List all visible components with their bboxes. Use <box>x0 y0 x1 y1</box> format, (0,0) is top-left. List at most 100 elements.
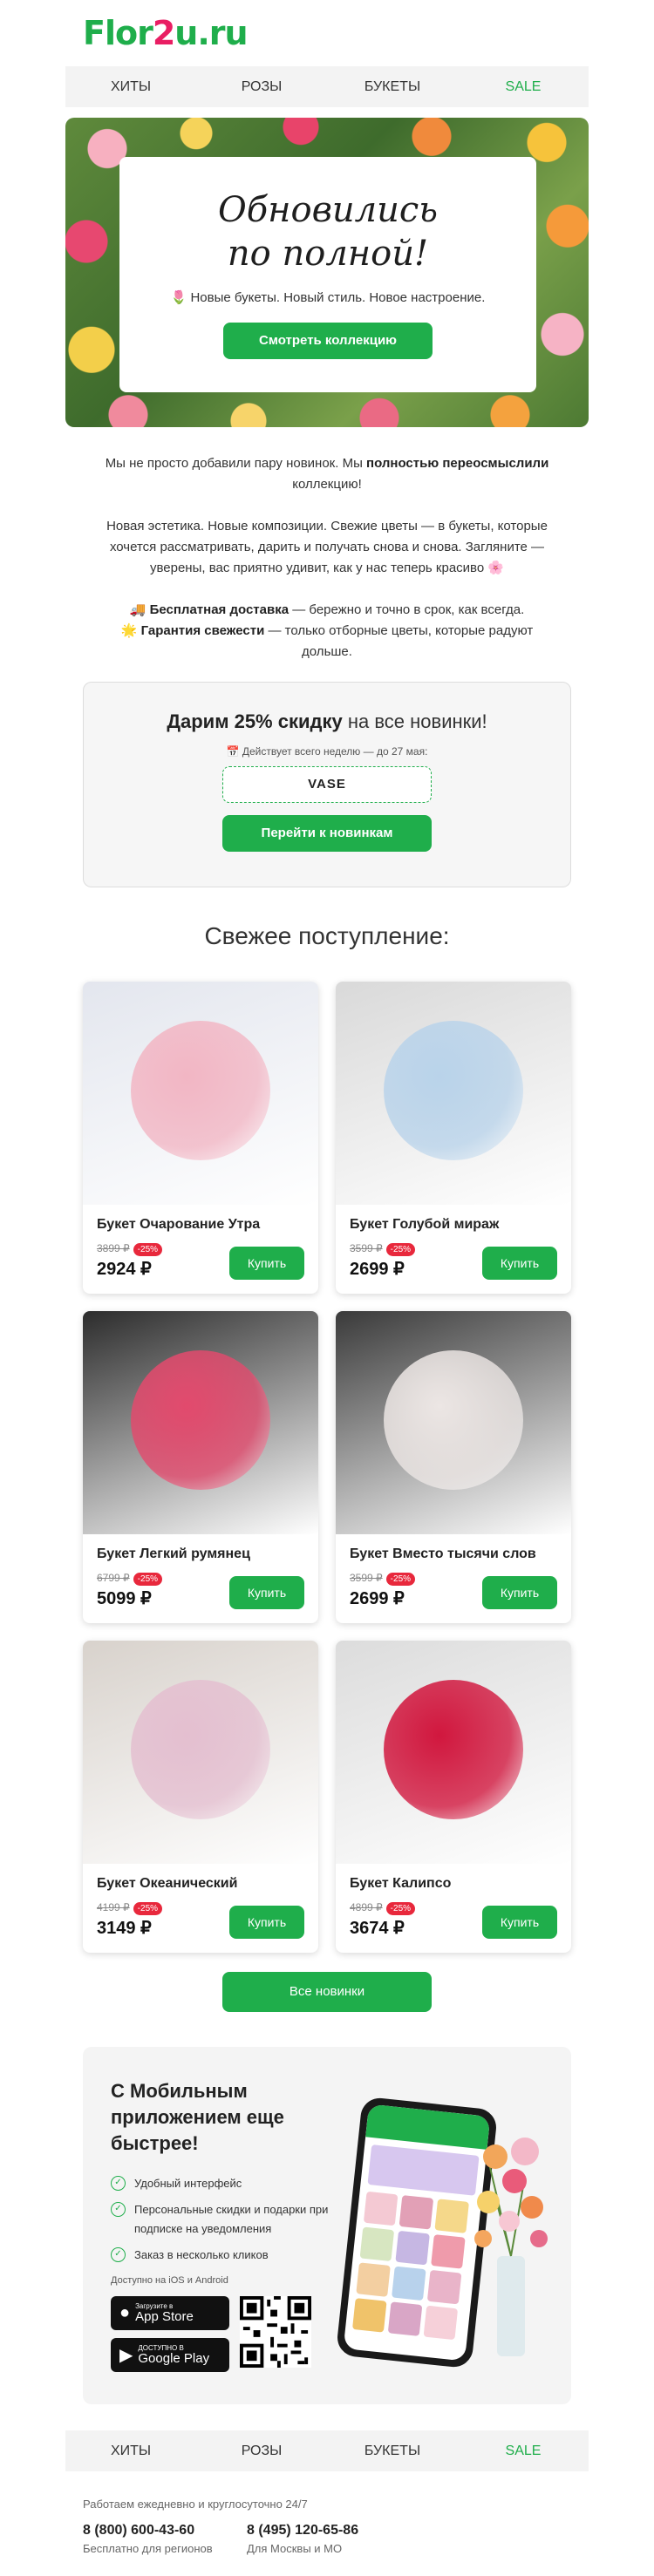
phone-moscow: 8 (495) 120-65-86 Для Москвы и МО <box>247 2523 411 2555</box>
app-title: С Мобильным приложением еще быстрее! <box>111 2080 284 2154</box>
all-new-button[interactable]: Все новинки <box>222 1972 432 2012</box>
nav-sale[interactable]: SALE <box>458 2443 589 2459</box>
logo[interactable]: Flor2u.ru <box>65 0 589 66</box>
product-name[interactable]: Букет Очарование Утра <box>83 1205 318 1233</box>
product-prices: 3899 ₽ -25% 2924 ₽ <box>97 1240 163 1280</box>
promo-code[interactable]: VASE <box>222 766 432 803</box>
phone-grid <box>345 2191 481 2342</box>
product-card[interactable]: Букет Океанический 4199 ₽ -25% 3149 ₽ Куп… <box>83 1641 318 1953</box>
old-price: 3599 ₽ <box>350 1242 383 1254</box>
flower-vase-illustration <box>474 2138 548 2356</box>
buy-button[interactable]: Купить <box>482 1247 557 1280</box>
hero-card: Обновились по полной! 🌷 Новые букеты. Но… <box>119 157 536 392</box>
promo-block: Дарим 25% скидку на все новинки! 📅 Дейст… <box>83 682 571 887</box>
bouquet-shape <box>131 1350 270 1490</box>
discount-badge: -25% <box>133 1573 163 1586</box>
product-image[interactable] <box>336 982 571 1205</box>
phone-number[interactable]: 8 (800) 600-43-60 <box>83 2523 247 2539</box>
product-image[interactable] <box>83 1641 318 1864</box>
qr-code-graphic <box>240 2296 311 2368</box>
product-image[interactable] <box>336 1641 571 1864</box>
apple-icon: ● <box>119 2303 131 2322</box>
product-name[interactable]: Букет Голубой мираж <box>336 1205 571 1233</box>
bouquet-shape <box>384 1680 523 1819</box>
discount-badge: -25% <box>133 1902 163 1915</box>
buy-button[interactable]: Купить <box>482 1906 557 1939</box>
product-prices: 3599 ₽ -25% 2699 ₽ <box>350 1570 416 1609</box>
app-store-button[interactable]: ● Загрузите в App Store <box>111 2296 229 2330</box>
nav-bouquets[interactable]: БУКЕТЫ <box>327 79 458 95</box>
footer: Работаем ежедневно и круглосуточно 24/7 … <box>65 2471 589 2555</box>
product-card[interactable]: Букет Калипсо 4899 ₽ -25% 3674 ₽ Купить <box>336 1641 571 1953</box>
email-container: Flor2u.ru ХИТЫ РОЗЫ БУКЕТЫ SALE Обновили… <box>65 0 589 2555</box>
bouquet-shape <box>384 1350 523 1490</box>
old-price: 6799 ₽ <box>97 1572 130 1584</box>
hero-title: Обновились по полной! <box>217 190 439 274</box>
product-name[interactable]: Букет Легкий румянец <box>83 1534 318 1562</box>
bottom-nav: ХИТЫ РОЗЫ БУКЕТЫ SALE <box>65 2430 589 2471</box>
old-price: 3599 ₽ <box>350 1572 383 1584</box>
logo-part-1: Flor <box>83 14 153 52</box>
product-prices: 6799 ₽ -25% 5099 ₽ <box>97 1570 163 1609</box>
product-name[interactable]: Букет Калипсо <box>336 1864 571 1892</box>
all-new-wrap: Все новинки <box>65 1972 589 2012</box>
footer-phones: 8 (800) 600-43-60 Бесплатно для регионов… <box>83 2523 571 2555</box>
product-image[interactable] <box>83 982 318 1205</box>
nav-bouquets[interactable]: БУКЕТЫ <box>327 2443 458 2459</box>
product-grid: Букет Очарование Утра 3899 ₽ -25% 2924 ₽ … <box>65 982 589 1953</box>
new-price: 5099 ₽ <box>97 1589 152 1608</box>
product-prices: 3599 ₽ -25% 2699 ₽ <box>350 1240 416 1280</box>
product-card[interactable]: Букет Голубой мираж 3599 ₽ -25% 2699 ₽ Ку… <box>336 982 571 1294</box>
logo-text[interactable]: Flor2u.ru <box>83 14 249 52</box>
google-play-button[interactable]: ▶ ДОСТУПНО В Google Play <box>111 2338 229 2372</box>
old-price: 4899 ₽ <box>350 1901 383 1913</box>
promo-date: 📅 Действует всего неделю — до 27 мая: <box>226 745 428 758</box>
intro-text: Мы не просто добавили пару новинок. Мы п… <box>65 453 589 663</box>
phone-note: Бесплатно для регионов <box>83 2542 213 2555</box>
nav-roses[interactable]: РОЗЫ <box>196 2443 327 2459</box>
nav-roses[interactable]: РОЗЫ <box>196 79 327 95</box>
nav-hits[interactable]: ХИТЫ <box>65 2443 196 2459</box>
intro-paragraph-3: 🚚 Бесплатная доставка — бережно и точно … <box>120 602 534 659</box>
check-icon: ✓ <box>111 2176 126 2191</box>
old-price: 4199 ₽ <box>97 1901 130 1913</box>
new-price: 3149 ₽ <box>97 1919 152 1938</box>
view-collection-button[interactable]: Смотреть коллекцию <box>223 323 433 359</box>
product-prices: 4199 ₽ -25% 3149 ₽ <box>97 1900 163 1939</box>
product-card[interactable]: Букет Очарование Утра 3899 ₽ -25% 2924 ₽ … <box>83 982 318 1294</box>
discount-badge: -25% <box>385 1573 416 1586</box>
discount-badge: -25% <box>385 1243 416 1256</box>
intro-paragraph-2: Новая эстетика. Новые композиции. Свежие… <box>106 519 548 575</box>
product-prices: 4899 ₽ -25% 3674 ₽ <box>350 1900 416 1939</box>
phone-screen <box>343 2104 491 2362</box>
feature-item: ✓ Удобный интерфейс <box>111 2174 346 2193</box>
product-name[interactable]: Букет Вместо тысячи слов <box>336 1534 571 1562</box>
discount-badge: -25% <box>385 1902 416 1915</box>
product-card[interactable]: Букет Вместо тысячи слов 3599 ₽ -25% 2699… <box>336 1311 571 1623</box>
buy-button[interactable]: Купить <box>229 1576 304 1609</box>
qr-code[interactable] <box>240 2296 311 2368</box>
section-title: Свежее поступление: <box>204 922 450 949</box>
bouquet-shape <box>131 1021 270 1160</box>
discount-badge: -25% <box>133 1243 163 1256</box>
phone-note: Для Москвы и МО <box>247 2542 343 2555</box>
nav-hits[interactable]: ХИТЫ <box>65 79 196 95</box>
go-to-new-button[interactable]: Перейти к новинкам <box>222 815 432 852</box>
new-price: 2699 ₽ <box>350 1260 405 1279</box>
new-price: 3674 ₽ <box>350 1919 405 1938</box>
buy-button[interactable]: Купить <box>482 1576 557 1609</box>
buy-button[interactable]: Купить <box>229 1906 304 1939</box>
product-image[interactable] <box>83 1311 318 1534</box>
phone-number[interactable]: 8 (495) 120-65-86 <box>247 2523 411 2539</box>
product-name[interactable]: Букет Океанический <box>83 1864 318 1892</box>
product-card[interactable]: Букет Легкий румянец 6799 ₽ -25% 5099 ₽ К… <box>83 1311 318 1623</box>
product-image[interactable] <box>336 1311 571 1534</box>
nav-sale[interactable]: SALE <box>458 79 589 95</box>
hero-banner: Обновились по полной! 🌷 Новые букеты. Но… <box>65 118 589 427</box>
bouquet-shape <box>131 1680 270 1819</box>
check-icon: ✓ <box>111 2247 126 2262</box>
check-icon: ✓ <box>111 2202 126 2217</box>
logo-part-2: 2 <box>152 14 175 52</box>
buy-button[interactable]: Купить <box>229 1247 304 1280</box>
old-price: 3899 ₽ <box>97 1242 130 1254</box>
